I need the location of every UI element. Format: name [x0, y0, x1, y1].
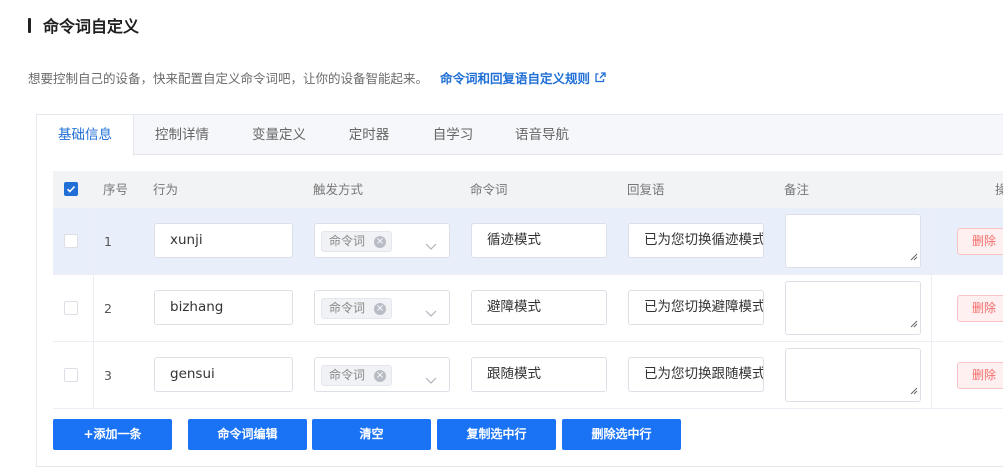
- tag-close-icon[interactable]: ×: [374, 236, 387, 248]
- tab-timer[interactable]: 定时器: [334, 115, 404, 155]
- column-divider: [931, 275, 932, 342]
- trigger-tag-label: 命令词: [329, 368, 366, 382]
- trigger-select[interactable]: 命令词 ×: [314, 223, 450, 258]
- column-divider: [93, 342, 94, 409]
- row-index: 3: [104, 368, 112, 383]
- row-checkbox[interactable]: [64, 301, 78, 315]
- delete-row-button[interactable]: 删除: [957, 362, 1003, 389]
- header-command: 命令词: [470, 182, 508, 197]
- note-textarea[interactable]: [785, 214, 921, 268]
- note-textarea[interactable]: [785, 281, 921, 335]
- delete-row-button[interactable]: 删除: [957, 228, 1003, 255]
- reply-input[interactable]: 已为您切换循迹模式: [628, 223, 764, 258]
- action-input[interactable]: gensui: [154, 357, 293, 392]
- tag-close-icon[interactable]: ×: [374, 303, 387, 315]
- column-divider: [931, 208, 932, 275]
- select-all-checkbox[interactable]: [64, 182, 78, 196]
- row-checkbox[interactable]: [64, 368, 78, 382]
- header-note: 备注: [784, 182, 810, 197]
- resize-handle-icon[interactable]: [910, 313, 918, 332]
- page-title-text: 命令词自定义: [43, 17, 140, 36]
- column-divider: [931, 342, 932, 409]
- edit-commands-button[interactable]: 命令词编辑: [188, 419, 307, 450]
- row-checkbox[interactable]: [64, 234, 78, 248]
- trigger-select[interactable]: 命令词 ×: [314, 357, 450, 392]
- add-row-button[interactable]: +添加一条: [53, 419, 172, 450]
- header-operation: 操: [995, 182, 1003, 197]
- trigger-tag: 命令词 ×: [321, 365, 393, 386]
- delete-row-button[interactable]: 删除: [957, 295, 1003, 322]
- clear-button[interactable]: 清空: [312, 419, 431, 450]
- row-index: 1: [104, 234, 112, 249]
- chevron-down-icon: [425, 303, 437, 322]
- row-index: 2: [104, 301, 112, 316]
- table-header: 序号 行为 触发方式 命令词 回复语 备注 操: [53, 171, 1003, 208]
- trigger-tag-label: 命令词: [329, 234, 366, 248]
- note-textarea[interactable]: [785, 348, 921, 402]
- tab-self-learning[interactable]: 自学习: [418, 115, 488, 155]
- description-text: 想要控制自己的设备，快来配置自定义命令词吧，让你的设备智能起来。: [28, 71, 429, 86]
- delete-selected-button[interactable]: 删除选中行: [562, 419, 681, 450]
- rules-link[interactable]: 命令词和回复语自定义规则: [440, 68, 606, 87]
- tab-control-details[interactable]: 控制详情: [141, 115, 223, 155]
- chevron-down-icon: [425, 236, 437, 255]
- trigger-tag: 命令词 ×: [321, 298, 393, 319]
- table-row: 1 xunji 命令词 × 循迹模式 已为您切换循迹模式 删除: [53, 208, 1003, 275]
- tab-bar: 基础信息 控制详情 变量定义 定时器 自学习 语音导航: [37, 115, 1003, 156]
- header-trigger: 触发方式: [313, 182, 364, 197]
- title-accent-bar: [28, 17, 31, 33]
- resize-handle-icon[interactable]: [910, 246, 918, 265]
- chevron-down-icon: [425, 370, 437, 389]
- tab-variable-definition[interactable]: 变量定义: [238, 115, 320, 155]
- command-input[interactable]: 避障模式: [471, 290, 607, 325]
- trigger-tag: 命令词 ×: [321, 231, 393, 252]
- table-row: 2 bizhang 命令词 × 避障模式 已为您切换避障模式 删除: [53, 275, 1003, 342]
- tag-close-icon[interactable]: ×: [374, 370, 387, 382]
- header-index: 序号: [103, 182, 129, 197]
- action-input[interactable]: xunji: [154, 223, 293, 258]
- command-input[interactable]: 循迹模式: [471, 223, 607, 258]
- page-title: 命令词自定义: [28, 14, 139, 36]
- rules-link-label: 命令词和回复语自定义规则: [440, 71, 591, 86]
- external-link-icon: [595, 72, 606, 83]
- column-divider: [93, 275, 94, 342]
- resize-handle-icon[interactable]: [910, 380, 918, 399]
- tab-basic-info[interactable]: 基础信息: [37, 115, 134, 156]
- trigger-tag-label: 命令词: [329, 301, 366, 315]
- copy-selected-button[interactable]: 复制选中行: [437, 419, 556, 450]
- reply-input[interactable]: 已为您切换避障模式: [628, 290, 764, 325]
- trigger-select[interactable]: 命令词 ×: [314, 290, 450, 325]
- config-card: 基础信息 控制详情 变量定义 定时器 自学习 语音导航 序号 行为 触发方式 命…: [36, 114, 1003, 467]
- tab-voice-navigation[interactable]: 语音导航: [501, 115, 583, 155]
- header-reply: 回复语: [627, 182, 665, 197]
- reply-input[interactable]: 已为您切换跟随模式: [628, 357, 764, 392]
- header-action: 行为: [153, 182, 179, 197]
- table-row: 3 gensui 命令词 × 跟随模式 已为您切换跟随模式 删除: [53, 342, 1003, 409]
- action-input[interactable]: bizhang: [154, 290, 293, 325]
- command-input[interactable]: 跟随模式: [471, 357, 607, 392]
- page-description: 想要控制自己的设备，快来配置自定义命令词吧，让你的设备智能起来。 命令词和回复语…: [28, 68, 606, 87]
- column-divider: [93, 208, 94, 275]
